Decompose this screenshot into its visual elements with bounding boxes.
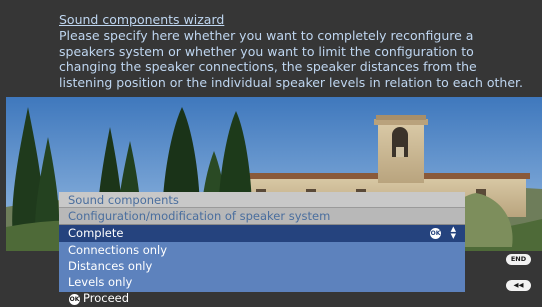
option-label: Distances only	[68, 259, 153, 273]
option-levels-only[interactable]: Levels only	[59, 274, 465, 290]
option-complete[interactable]: Complete OK ▲ ▼	[59, 225, 465, 242]
menu-subheader: Configuration/modification of speaker sy…	[59, 208, 465, 225]
wizard-title: Sound components wizard	[59, 12, 225, 27]
proceed-label: Proceed	[83, 291, 130, 305]
option-connections-only[interactable]: Connections only	[59, 242, 465, 258]
option-label: Connections only	[68, 243, 168, 257]
menu-header: Sound components	[59, 192, 465, 208]
ok-button-icon: OK	[430, 228, 441, 239]
proceed-hint[interactable]: OK Proceed	[69, 291, 129, 305]
option-label: Levels only	[68, 275, 133, 289]
back-key-badge[interactable]: ◀◀	[506, 280, 531, 291]
tv-screen: Sound components wizard Please specify h…	[0, 0, 542, 307]
ok-button-icon: OK	[69, 294, 80, 305]
end-key-badge[interactable]: END	[506, 254, 531, 265]
sound-components-menu: Sound components Configuration/modificat…	[59, 192, 465, 292]
option-distances-only[interactable]: Distances only	[59, 258, 465, 274]
wizard-header: Sound components wizard Please specify h…	[0, 0, 542, 97]
option-list: Complete OK ▲ ▼ Connections only Distance…	[59, 225, 465, 292]
wizard-description: Please specify here whether you want to …	[59, 28, 523, 90]
up-down-arrows-icon: ▲ ▼	[450, 225, 456, 240]
option-label: Complete	[68, 226, 124, 240]
